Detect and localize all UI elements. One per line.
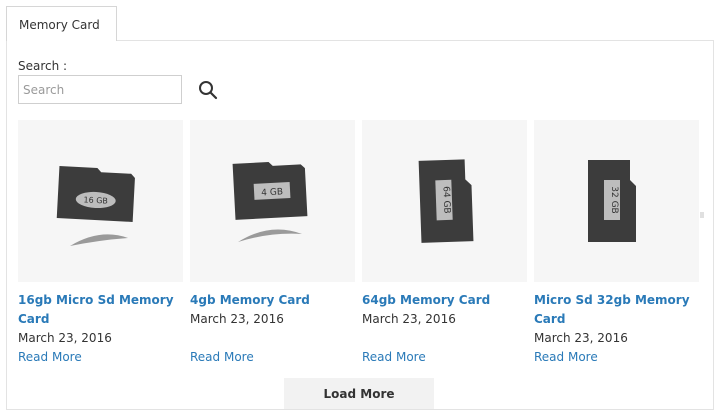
search-icon <box>199 81 218 100</box>
product-date: March 23, 2016 <box>190 312 284 326</box>
product-image[interactable]: 4 GB <box>190 120 355 282</box>
chip-label: 32 GB <box>609 186 619 213</box>
product-date: March 23, 2016 <box>534 331 628 345</box>
product-title-link[interactable]: Micro Sd 32gb Memory Card <box>534 291 699 329</box>
search-button[interactable] <box>196 78 220 102</box>
product-title-link[interactable]: 4gb Memory Card <box>190 291 355 310</box>
scroll-indicator <box>700 212 704 218</box>
chip-label: 4 GB <box>261 187 283 198</box>
product-card: 64 GB 64gb Memory Card March 23, 2016 <box>362 120 527 329</box>
product-date: March 23, 2016 <box>18 331 112 345</box>
read-more-link[interactable]: Read More <box>534 350 598 364</box>
product-image[interactable]: 32 GB <box>534 120 699 282</box>
search-input[interactable] <box>18 75 182 104</box>
product-image[interactable]: 64 GB <box>362 120 527 282</box>
chip-label: 16 GB <box>83 195 108 205</box>
search-label: Search : <box>18 59 68 73</box>
micro-sd-card-icon: 32 GB <box>588 160 636 242</box>
micro-sd-card-icon: 4 GB <box>232 162 308 242</box>
chip-label: 64 GB <box>441 186 452 214</box>
load-more-button[interactable]: Load More <box>284 378 434 409</box>
product-title-link[interactable]: 64gb Memory Card <box>362 291 527 310</box>
tab-memory-card[interactable]: Memory Card <box>6 6 117 41</box>
micro-sd-card-icon: 16 GB <box>56 166 135 246</box>
micro-sd-card-icon: 64 GB <box>418 159 474 243</box>
read-more-link[interactable]: Read More <box>362 350 426 364</box>
product-card: 32 GB Micro Sd 32gb Memory Card March 23… <box>534 120 699 348</box>
product-image[interactable]: 16 GB <box>18 120 183 282</box>
read-more-link[interactable]: Read More <box>190 350 254 364</box>
product-date: March 23, 2016 <box>362 312 456 326</box>
product-card: 16 GB 16gb Micro Sd Memory Card March 23… <box>18 120 183 348</box>
tab-label: Memory Card <box>19 18 100 32</box>
product-card: 4 GB 4gb Memory Card March 23, 2016 <box>190 120 355 329</box>
read-more-link[interactable]: Read More <box>18 350 82 364</box>
product-title-link[interactable]: 16gb Micro Sd Memory Card <box>18 291 183 329</box>
